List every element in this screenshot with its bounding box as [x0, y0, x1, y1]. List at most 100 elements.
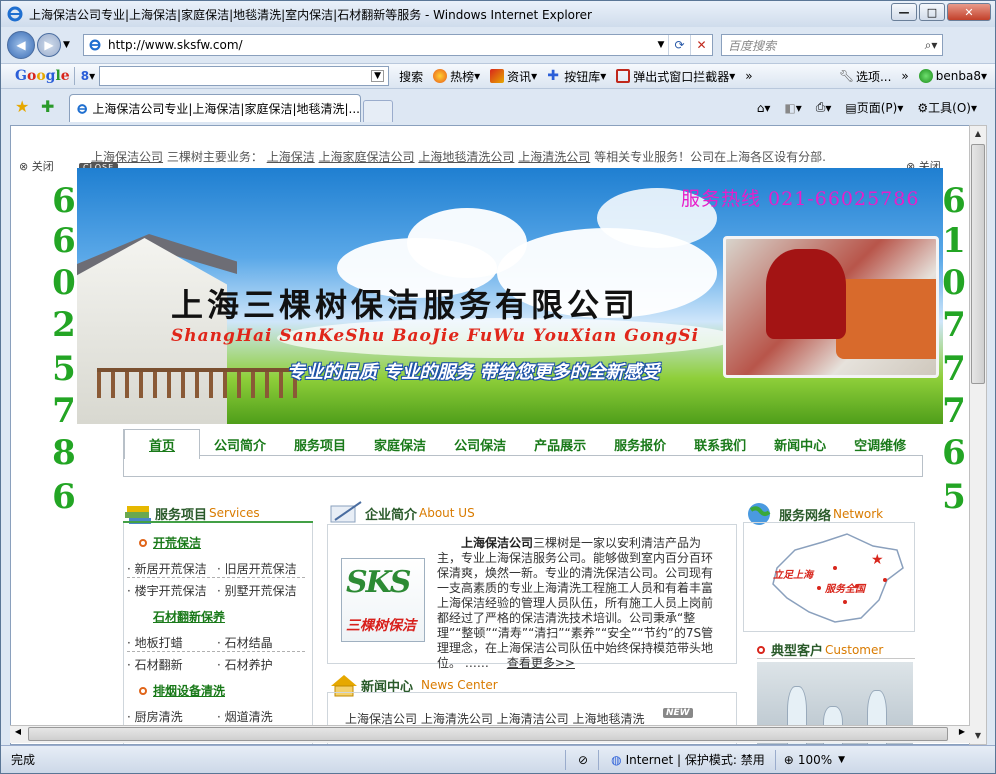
- close-left-button[interactable]: ⊗ 关闭: [19, 158, 54, 174]
- service-item[interactable]: · 石材翻新: [127, 656, 183, 673]
- marquee-link-2[interactable]: 上海保洁: [267, 150, 315, 164]
- scroll-up-arrow-icon[interactable]: ▲: [970, 126, 986, 142]
- zoom-control[interactable]: ⊕ 100% ▼: [784, 753, 845, 767]
- toolbar-more-icon-2[interactable]: »: [901, 69, 908, 83]
- home-icon: ⌂: [756, 100, 765, 115]
- search-icon[interactable]: ⌕▾: [920, 38, 942, 53]
- scroll-down-arrow-icon[interactable]: ▼: [970, 728, 986, 744]
- left-digit: 5: [52, 349, 76, 389]
- google-item-popup-blocker[interactable]: 弹出式窗口拦截器 ▾: [616, 68, 735, 85]
- company-pinyin: ShangHai SanKeShu BaoJie FuWu YouXian Go…: [171, 326, 700, 346]
- home-button[interactable]: ⌂ ▾: [757, 101, 771, 115]
- marquee-link-5[interactable]: 上海清洗公司: [518, 150, 590, 164]
- sofa-shape: [836, 279, 936, 359]
- wrench-icon: 🔧︎: [838, 69, 855, 83]
- about-text: 上海保洁公司三棵树是一家以安利清洁产品为主，专业上海保洁服务公司。能够做到室内百…: [437, 536, 719, 671]
- address-dropdown-icon[interactable]: ▼: [654, 40, 668, 50]
- stop-icon[interactable]: ✕: [690, 35, 712, 55]
- feeds-button[interactable]: ◧ ▾: [784, 101, 801, 115]
- left-digit: 8: [52, 433, 76, 473]
- nav-about[interactable]: 公司简介: [200, 429, 280, 459]
- gear-icon: ⚙: [917, 100, 929, 115]
- maximize-button[interactable]: □: [919, 3, 945, 21]
- address-bar[interactable]: http://www.sksfw.com/ ▼ ⟳ ✕: [83, 34, 713, 56]
- scroll-right-arrow-icon[interactable]: ▶: [954, 727, 970, 736]
- marquee-link-3[interactable]: 上海家庭保洁公司: [319, 150, 415, 164]
- google-item-news[interactable]: 资讯 ▾: [490, 68, 537, 85]
- nav-aircon[interactable]: 空调维修: [840, 429, 920, 459]
- google-item-hot[interactable]: 热榜 ▾: [433, 68, 480, 85]
- address-row: ◀ ▶ ▼ http://www.sksfw.com/ ▼ ⟳ ✕ 百度搜索 ⌕…: [1, 28, 995, 62]
- service-item[interactable]: · 石材结晶: [217, 634, 273, 651]
- tools-menu-button[interactable]: ⚙ 工具(O) ▾: [917, 99, 977, 116]
- horizontal-scrollbar[interactable]: ◀ ▶: [10, 725, 970, 743]
- favorites-star-icon[interactable]: ★: [15, 97, 33, 116]
- nav-office-cleaning[interactable]: 公司保洁: [440, 429, 520, 459]
- nav-services[interactable]: 服务项目: [280, 429, 360, 459]
- bullet-circle-icon: [757, 645, 765, 654]
- new-tab-button[interactable]: [363, 100, 393, 122]
- service-group-3[interactable]: 排烟设备清洗: [139, 682, 225, 699]
- service-item[interactable]: · 石材养护: [217, 656, 273, 673]
- page-content: 上海保洁公司 三棵树主要业务： 上海保洁 上海家庭保洁公司 上海地毯清洗公司 上…: [10, 125, 970, 745]
- history-dropdown-icon[interactable]: ▼: [63, 40, 75, 50]
- customer-header-line: [757, 658, 915, 659]
- service-item[interactable]: · 烟道清洗: [217, 708, 273, 725]
- fence: [97, 368, 297, 398]
- read-more-link[interactable]: 查看更多>>: [507, 656, 575, 670]
- nav-pricing[interactable]: 服务报价: [600, 429, 680, 459]
- pen-paper-icon: [330, 501, 362, 523]
- privacy-icon[interactable]: ⊘: [578, 753, 588, 767]
- page-menu-button[interactable]: ▤ 页面(P) ▾: [845, 99, 903, 116]
- google-search-input[interactable]: ▼: [99, 66, 390, 86]
- back-button[interactable]: ◀: [7, 31, 35, 59]
- minimize-button[interactable]: —: [891, 3, 917, 21]
- service-group-2[interactable]: 石材翻新保养: [153, 608, 225, 625]
- vertical-scroll-thumb[interactable]: [971, 144, 985, 384]
- about-body: 三棵树是一家以安利清洁产品为主，专业上海保洁服务公司。能够做到室内百分百环保清爽…: [437, 536, 714, 670]
- service-item[interactable]: · 别墅开荒保洁: [217, 582, 297, 599]
- zoom-dropdown-icon[interactable]: ▼: [838, 755, 845, 765]
- horizontal-scroll-thumb[interactable]: [28, 727, 948, 741]
- user-status-icon: [918, 69, 933, 83]
- browser-tab-active[interactable]: 上海保洁公司专业|上海保洁|家庭保洁|地毯清洗|...: [69, 94, 361, 122]
- search-box[interactable]: 百度搜索 ⌕▾: [721, 34, 943, 56]
- nav-home-cleaning[interactable]: 家庭保洁: [360, 429, 440, 459]
- search-placeholder: 百度搜索: [728, 38, 777, 53]
- google-search-button[interactable]: 搜索: [399, 68, 423, 85]
- status-bar: 完成 ⊘ ◍ Internet | 保护模式: 禁用 ⊕ 100% ▼: [1, 745, 995, 773]
- google-logo: Google: [15, 68, 70, 84]
- vertical-scrollbar[interactable]: ▲ ▼: [969, 125, 987, 745]
- service-item[interactable]: · 旧居开荒保洁: [217, 560, 297, 577]
- zoom-icon: ⊕: [783, 752, 794, 767]
- marquee-link-4[interactable]: 上海地毯清洗公司: [418, 150, 514, 164]
- google-options-button[interactable]: 🔧︎ 选项...: [839, 68, 891, 85]
- google-search-dropdown-icon[interactable]: ▼: [371, 70, 385, 82]
- google-g-menu[interactable]: 8 ▾: [81, 69, 95, 83]
- print-button[interactable]: ⎙ ▾: [816, 100, 832, 115]
- close-window-button[interactable]: ✕: [947, 3, 991, 21]
- service-group-1[interactable]: 开荒保洁: [139, 534, 201, 551]
- scroll-left-arrow-icon[interactable]: ◀: [10, 727, 26, 736]
- security-zone[interactable]: ◍ Internet | 保护模式: 禁用: [611, 751, 765, 768]
- service-item[interactable]: · 新居开荒保洁: [127, 560, 207, 577]
- forward-button[interactable]: ▶: [37, 33, 61, 57]
- fire-icon: [433, 69, 448, 83]
- back-arrow-icon: ◀: [16, 38, 26, 52]
- nav-products[interactable]: 产品展示: [520, 429, 600, 459]
- rss-icon: ◧: [784, 100, 796, 115]
- google-item-buttons[interactable]: ✚ 按钮库 ▾: [547, 68, 606, 85]
- title-bar: 上海保洁公司专业|上海保洁|家庭保洁|地毯清洗|室内保洁|石材翻新等服务 - W…: [1, 1, 995, 27]
- toolbar-more-icon[interactable]: »: [745, 69, 752, 83]
- service-item[interactable]: · 楼宇开荒保洁: [127, 582, 207, 599]
- marquee-link-1[interactable]: 上海保洁公司: [91, 150, 163, 164]
- nav-contact[interactable]: 联系我们: [680, 429, 760, 459]
- service-item[interactable]: · 地板打蜡: [127, 634, 183, 651]
- address-url[interactable]: http://www.sksfw.com/: [108, 38, 654, 52]
- nav-news[interactable]: 新闻中心: [760, 429, 840, 459]
- refresh-icon[interactable]: ⟳: [668, 35, 690, 55]
- add-favorite-icon[interactable]: ✚: [41, 97, 59, 116]
- nav-home[interactable]: 首页: [124, 429, 201, 459]
- google-user-button[interactable]: benba8 ▾: [918, 69, 987, 83]
- service-item[interactable]: · 厨房清洗: [127, 708, 183, 725]
